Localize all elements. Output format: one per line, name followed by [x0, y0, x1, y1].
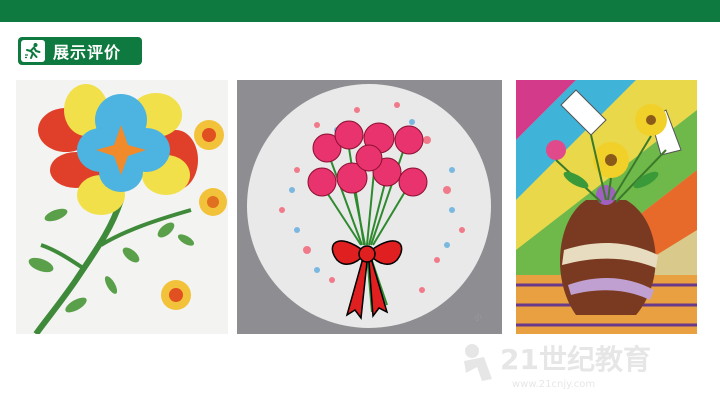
running-person-icon	[21, 40, 45, 62]
watermark-brand-subtext: www.21cnjy.com	[512, 379, 595, 390]
flower-drawing-1	[16, 80, 228, 334]
section-title-badge: 展示评价	[18, 37, 142, 65]
top-header-bar	[0, 0, 720, 22]
section-title: 展示评价	[53, 43, 122, 62]
watermark-brand-text: 21世纪教育	[500, 343, 651, 376]
carnation-bouquet-drawing	[237, 80, 502, 334]
watermark-caption: 小	[474, 313, 482, 322]
flower-vase-drawing	[516, 80, 697, 334]
watermark-logo: 21世纪教育 www.21cnjy.com	[452, 335, 702, 393]
